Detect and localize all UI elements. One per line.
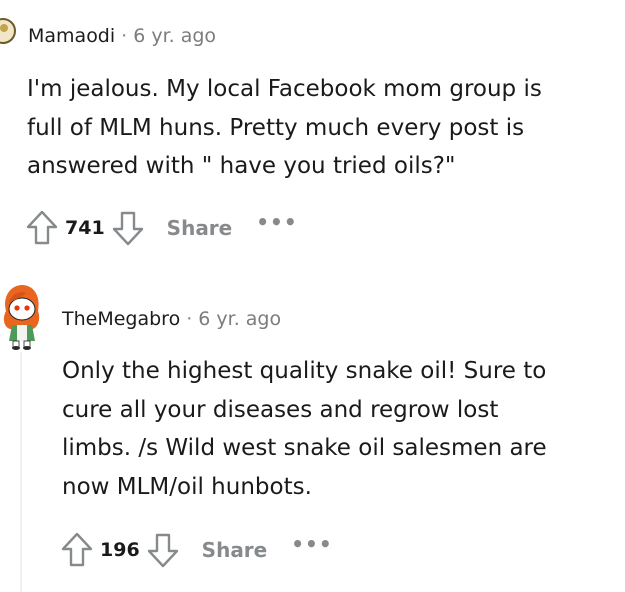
comment-line: full of MLM huns. Pretty much every post…: [27, 114, 525, 141]
comment-line: Only the highest quality snake oil! Sure…: [62, 358, 547, 384]
upvote-icon[interactable]: [60, 530, 94, 570]
comment-line: cure all your diseases and regrow lost: [62, 396, 499, 423]
meta-separator: ·: [121, 25, 128, 47]
comment-line: limbs. /s Wild west snake oil salesmen a…: [62, 435, 547, 461]
vote-count: 741: [65, 217, 105, 239]
comment-line: answered with " have you tried oils?": [27, 153, 456, 179]
share-button[interactable]: Share: [202, 538, 268, 562]
comment-actions: 196 Share •••: [60, 530, 333, 570]
author-name[interactable]: Mamaodi: [28, 25, 115, 47]
comment-age[interactable]: 6 yr. ago: [198, 308, 281, 330]
meta-separator: ·: [186, 308, 193, 330]
thread-line[interactable]: [20, 352, 22, 592]
comment-meta: TheMegabro · 6 yr. ago: [62, 308, 281, 330]
downvote-icon[interactable]: [111, 208, 145, 248]
comment-line: I'm jealous. My local Facebook mom group…: [27, 76, 542, 102]
comment-actions: 741 Share •••: [25, 208, 298, 248]
more-options-button[interactable]: •••: [256, 210, 297, 234]
comment-meta: Mamaodi · 6 yr. ago: [28, 25, 216, 47]
avatar[interactable]: [0, 18, 16, 44]
upvote-icon[interactable]: [25, 208, 59, 248]
avatar[interactable]: [0, 281, 42, 351]
downvote-icon[interactable]: [146, 530, 180, 570]
comment-line: now MLM/oil hunbots.: [62, 473, 312, 500]
author-name[interactable]: TheMegabro: [62, 308, 180, 330]
share-button[interactable]: Share: [167, 216, 233, 240]
comment-body: Only the highest quality snake oil! Sure…: [62, 352, 547, 506]
more-options-button[interactable]: •••: [291, 532, 332, 556]
comment-age[interactable]: 6 yr. ago: [133, 25, 216, 47]
vote-count: 196: [100, 539, 140, 561]
comment-body: I'm jealous. My local Facebook mom group…: [27, 70, 542, 186]
